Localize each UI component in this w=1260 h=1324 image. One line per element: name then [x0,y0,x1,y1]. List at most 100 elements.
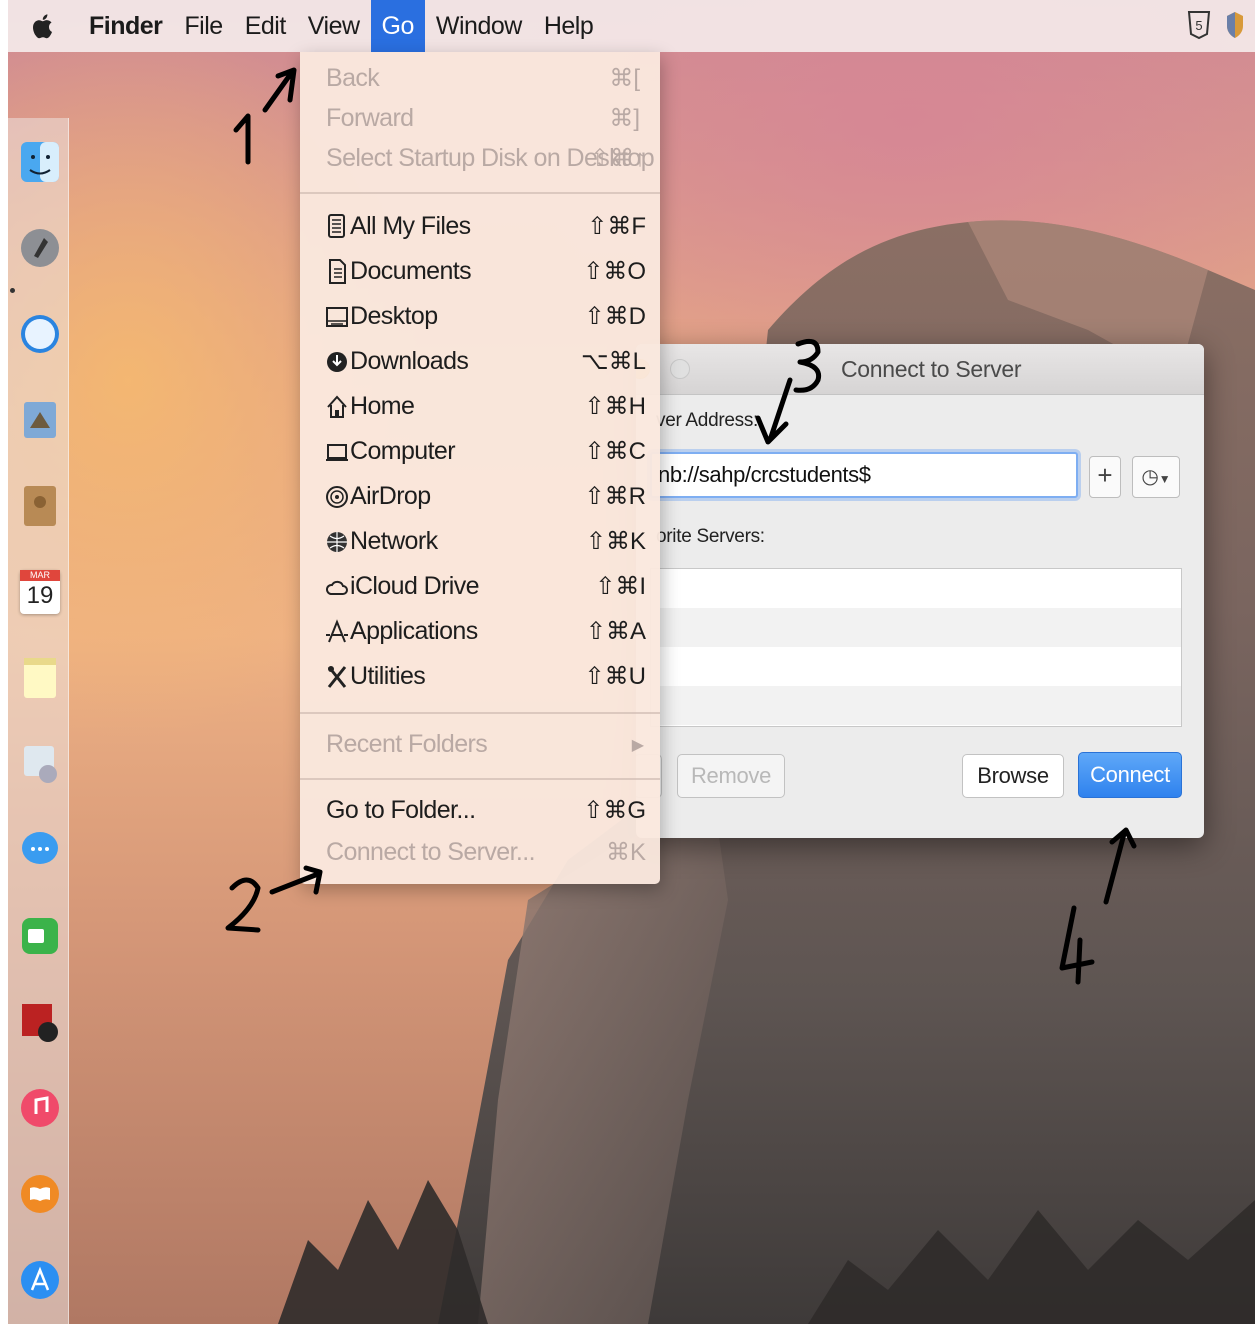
home-icon [327,395,347,418]
menu-view[interactable]: View [297,0,371,52]
menu-item-shortcut: ⇧⌘G [583,797,646,824]
menu-item-home[interactable]: Home ⇧⌘H [300,388,660,428]
all-files-icon [328,214,345,238]
itunes-icon[interactable] [20,1086,60,1130]
notes-icon[interactable] [20,656,60,700]
html5-extension-icon[interactable]: 5 [1187,10,1211,40]
menu-help[interactable]: Help [533,0,604,52]
menu-item-shortcut: ⇧⌘A [585,618,646,645]
menu-item-label: iCloud Drive [350,572,480,600]
chevron-down-icon: ▼ [1158,472,1171,486]
dialog-titlebar[interactable]: Connect to Server [636,344,1204,395]
app-store-icon[interactable] [20,1258,60,1302]
messages-icon[interactable] [20,828,60,872]
safari-icon[interactable] [20,312,60,356]
list-item[interactable] [651,686,1181,725]
launchpad-icon[interactable] [20,226,60,270]
menu-bar: Finder File Edit View Go Window Help 5 [8,0,1255,52]
menu-finder[interactable]: Finder [78,0,173,52]
favorite-servers-label: orite Servers: [656,526,765,547]
menu-item-shortcut: ⇧⌘D [584,303,646,330]
menu-item-label: Back [326,64,380,92]
connect-button[interactable]: Connect [1078,752,1182,798]
menu-edit[interactable]: Edit [234,0,297,52]
menu-item-shortcut: ⌘] [609,105,640,132]
running-indicator [10,288,15,293]
menu-item-label: Desktop [350,302,438,330]
menu-item-shortcut: ⇧⌘U [584,663,646,690]
add-favorite-button[interactable]: + [1089,456,1121,498]
downloads-icon [327,352,347,372]
menu-item-shortcut: ⇧⌘O [583,258,646,285]
menu-item-all-my-files[interactable]: All My Files ⇧⌘F [300,208,660,248]
contacts-icon[interactable] [20,484,60,528]
menu-item-forward[interactable]: Forward ⌘] [300,100,660,140]
menu-item-computer[interactable]: Computer ⇧⌘C [300,433,660,473]
menu-item-shortcut: ⇧⌘R [584,483,646,510]
desktop-icon [326,307,348,327]
menu-item-connect-to-server[interactable]: Connect to Server... ⌘K [300,834,660,874]
svg-text:5: 5 [1195,18,1202,33]
menu-item-documents[interactable]: Documents ⇧⌘O [300,253,660,293]
shield-extension-icon[interactable] [1225,10,1245,40]
facetime-icon[interactable] [20,914,60,958]
menu-item-shortcut: ⇧⌘K [585,528,646,555]
server-address-input[interactable] [650,452,1078,498]
menu-item-label: AirDrop [350,482,431,510]
system-preferences-icon[interactable] [20,742,60,786]
menu-item-label: Utilities [350,662,426,690]
clock-icon: ◷ [1141,466,1159,488]
apple-logo-icon[interactable] [32,11,56,41]
menu-item-icloud-drive[interactable]: iCloud Drive ⇧⌘I [300,568,660,608]
menu-item-label: Connect to Server... [326,838,536,866]
menu-item-label: Recent Folders [326,730,488,758]
list-item[interactable] [651,647,1181,686]
submenu-arrow-icon: ▶ [631,737,644,754]
ibooks-icon[interactable] [20,1172,60,1216]
finder-icon[interactable] [20,140,60,184]
menu-item-shortcut: ⌘K [605,839,646,866]
dialog-title: Connect to Server [841,356,1022,382]
photo-booth-icon[interactable] [20,1000,60,1044]
menu-item-label: Go to Folder... [326,796,476,824]
menu-item-shortcut: ⌥⌘L [580,348,646,375]
zoom-window-button[interactable] [670,359,690,379]
menu-file[interactable]: File [173,0,233,52]
menu-item-airdrop[interactable]: AirDrop ⇧⌘R [300,478,660,518]
menubar-status-area: 5 [1187,10,1245,40]
server-address-label: ver Address: [656,410,759,431]
menu-item-go-to-folder[interactable]: Go to Folder... ⇧⌘G [300,792,660,832]
menu-item-label: Documents [350,257,472,285]
remove-button[interactable]: Remove [677,754,785,798]
menu-window[interactable]: Window [425,0,533,52]
recent-servers-button[interactable]: ◷▼ [1132,456,1180,498]
list-item[interactable] [651,569,1181,608]
dock: MAR 19 [8,118,69,1324]
preview-icon[interactable] [20,398,60,442]
icloud-icon [326,580,348,595]
menu-item-network[interactable]: Network ⇧⌘K [300,523,660,563]
browse-button[interactable]: Browse [962,754,1064,798]
menu-item-label: Forward [326,104,414,132]
network-icon [327,532,347,552]
calendar-day: 19 [26,582,54,609]
utilities-icon [327,666,347,688]
favorite-servers-list[interactable] [650,568,1182,727]
menu-item-label: Home [350,392,415,420]
menu-item-downloads[interactable]: Downloads ⌥⌘L [300,343,660,383]
menu-go[interactable]: Go [370,0,425,52]
menu-item-label: Applications [350,617,478,645]
menu-item-utilities[interactable]: Utilities ⇧⌘U [300,658,660,698]
menu-item-desktop[interactable]: Desktop ⇧⌘D [300,298,660,338]
menu-item-select-startup-disk[interactable]: Select Startup Disk on Desktop ⇧⌘↑ [300,140,660,180]
menu-separator [300,778,660,780]
menu-item-shortcut: ⇧⌘I [595,573,646,600]
menu-item-recent-folders[interactable]: Recent Folders ▶ [300,726,660,766]
list-item[interactable] [651,608,1181,647]
go-menu-dropdown: Back ⌘[ Forward ⌘] Select Startup Disk o… [300,52,660,884]
menu-item-applications[interactable]: Applications ⇧⌘A [300,613,660,653]
menu-item-back[interactable]: Back ⌘[ [300,60,660,100]
calendar-icon[interactable]: MAR 19 [20,570,60,614]
menu-item-label: Downloads [350,347,469,375]
menu-separator [300,712,660,714]
